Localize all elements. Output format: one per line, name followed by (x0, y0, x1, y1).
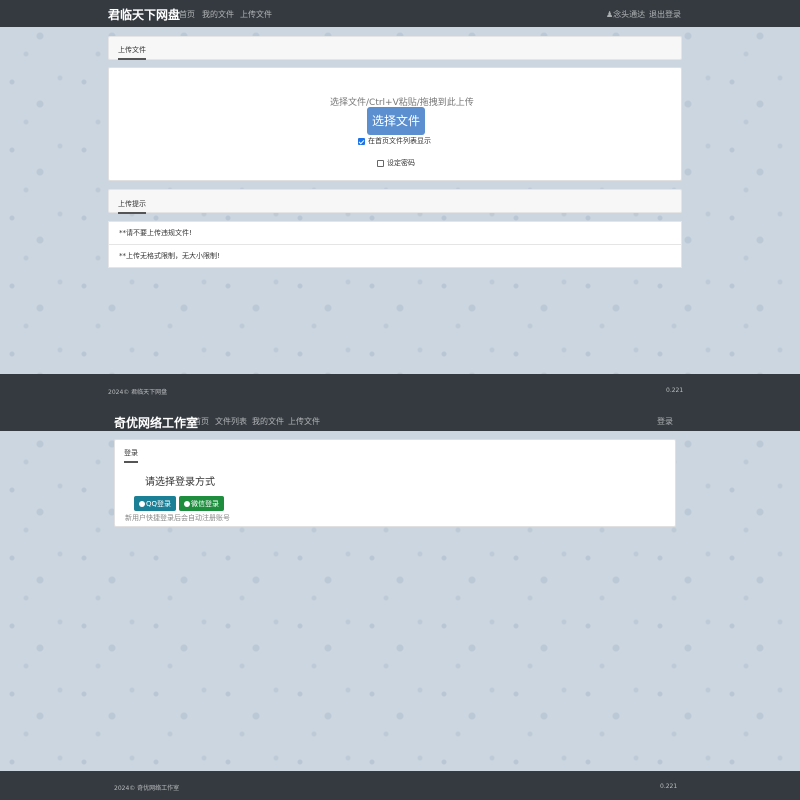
choose-file-button[interactable]: 选择文件 (367, 107, 425, 135)
wechat-login-button[interactable]: 微信登录 (179, 496, 224, 511)
footer-version: 0.221 (666, 387, 684, 394)
qq-icon (138, 500, 145, 507)
footer-copyright: 2024© 奇优网络工作室 (114, 785, 180, 792)
nav-my-files[interactable]: 我的文件 (202, 9, 234, 20)
login-link[interactable]: 登录 (657, 416, 673, 427)
show-on-home-option[interactable]: 在首页文件列表显示 (358, 136, 431, 146)
login-card: 登录 请选择登录方式 QQ登录 微信登录 新用户快捷登录后会自动注册账号 (114, 439, 676, 527)
tab-tips[interactable]: 上传提示 (118, 199, 146, 214)
list-item: **请不要上传违规文件! (108, 221, 682, 245)
wechat-icon (184, 500, 190, 507)
set-password-checkbox[interactable] (377, 159, 384, 167)
set-password-label: 设定密码 (387, 159, 415, 167)
logout-link[interactable]: 退出登录 (649, 9, 681, 20)
set-password-option[interactable]: 设定密码 (377, 158, 415, 168)
site-brand[interactable]: 君临天下网盘 (108, 6, 180, 23)
tip-text: **上传无格式限制，无大小限制! (119, 252, 220, 260)
top-navbar: 君临天下网盘 首页 我的文件 上传文件 ♟念头通达 退出登录 (0, 0, 800, 27)
list-item: **上传无格式限制，无大小限制! (108, 244, 682, 268)
nav-upload[interactable]: 上传文件 (240, 9, 272, 20)
show-on-home-checkbox[interactable] (358, 137, 365, 145)
footer: 2024© 奇优网络工作室 0.221 (0, 771, 800, 800)
nav-upload[interactable]: 上传文件 (288, 416, 320, 427)
tab-upload[interactable]: 上传文件 (118, 45, 146, 60)
tip-text: **请不要上传违规文件! (119, 229, 192, 237)
wechat-login-label: 微信登录 (191, 499, 219, 508)
second-navbar: 奇优网络工作室 首页 文件列表 我的文件 上传文件 登录 (0, 404, 800, 431)
nav-file-list[interactable]: 文件列表 (215, 416, 247, 427)
footer-copyright: 2024© 君临天下网盘 (108, 389, 168, 396)
nav-home[interactable]: 首页 (179, 9, 195, 20)
register-note: 新用户快捷登录后会自动注册账号 (125, 514, 230, 522)
tips-card-header: 上传提示 (108, 189, 682, 214)
site-brand[interactable]: 奇优网络工作室 (114, 414, 198, 431)
upload-card-header: 上传文件 (108, 36, 682, 60)
show-on-home-label: 在首页文件列表显示 (368, 137, 431, 145)
nav-my-files[interactable]: 我的文件 (252, 416, 284, 427)
nav-home[interactable]: 首页 (193, 416, 209, 427)
qq-login-button[interactable]: QQ登录 (134, 496, 176, 511)
footer: 2024© 君临天下网盘 0.221 (0, 374, 800, 404)
user-menu[interactable]: ♟念头通达 (606, 9, 645, 20)
tab-login[interactable]: 登录 (124, 448, 138, 463)
qq-login-label: QQ登录 (145, 499, 172, 508)
footer-version: 0.221 (660, 783, 678, 790)
upload-panel: 选择文件/Ctrl+V粘贴/拖拽到此上传 选择文件 在首页文件列表显示 设定密码 (108, 67, 682, 181)
login-prompt: 请选择登录方式 (145, 477, 215, 488)
